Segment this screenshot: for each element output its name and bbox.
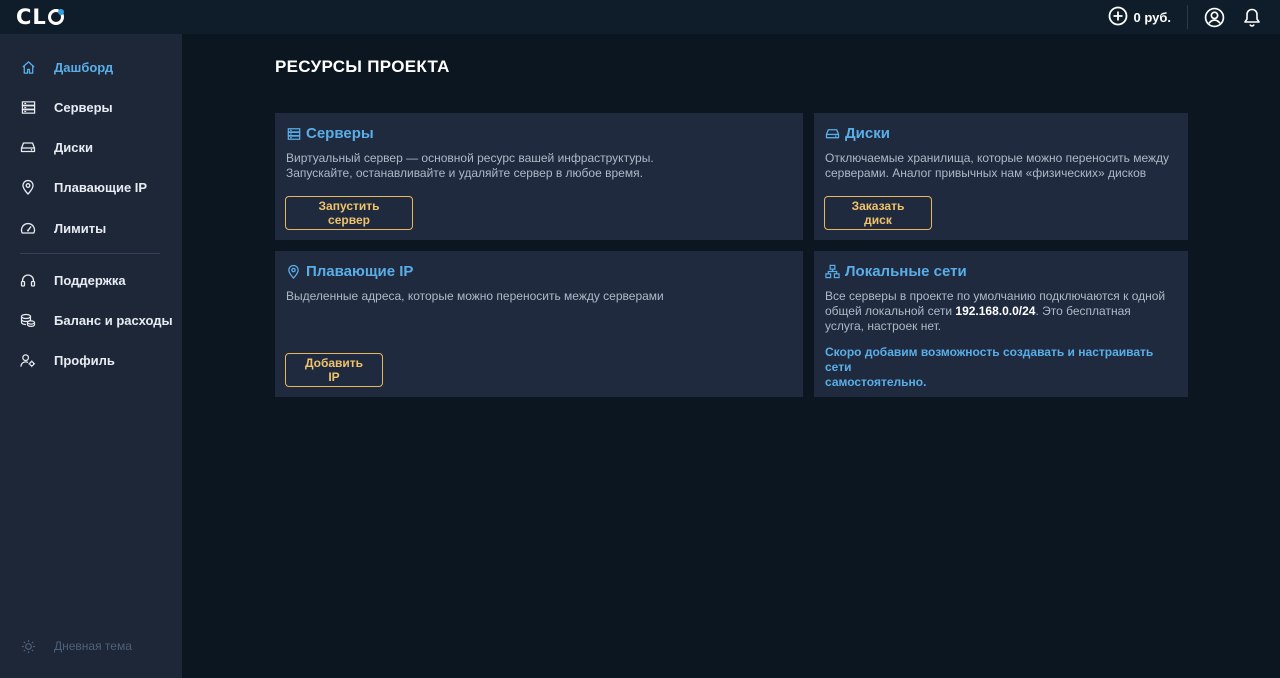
card-title-text: Серверы	[306, 125, 374, 142]
card-title-text: Плавающие IP	[306, 263, 414, 280]
sidebar-item-servers[interactable]: Серверы	[0, 93, 182, 121]
sidebar-item-label: Серверы	[54, 99, 113, 115]
logo-mark-icon	[47, 9, 64, 25]
sidebar-item-label: Диски	[54, 139, 93, 155]
sidebar-divider	[20, 253, 160, 254]
plus-circle-icon	[1108, 6, 1128, 29]
launch-server-button[interactable]: Запустить сервер	[285, 196, 413, 230]
location-pin-icon	[286, 264, 301, 279]
network-icon	[825, 264, 840, 279]
location-pin-icon	[20, 179, 36, 195]
card-description-line: Все серверы в проекте по умолчанию подкл…	[825, 289, 1166, 303]
card-description: Виртуальный сервер — основной ресурс ваш…	[286, 151, 792, 181]
logo-text: CL	[16, 5, 47, 29]
sun-icon	[20, 638, 36, 654]
card-description-line: общей локальной сети 192.168.0.0/24. Это…	[825, 304, 1177, 319]
servers-card: Серверы Виртуальный сервер — основной ре…	[275, 113, 803, 240]
network-ip-range: 192.168.0.0/24	[955, 304, 1036, 318]
coming-soon-note: Скоро добавим возможность создавать и на…	[825, 345, 1177, 390]
sidebar-item-label: Дашборд	[54, 59, 114, 75]
profile-icon[interactable]	[1202, 5, 1226, 29]
note-line: Скоро добавим возможность создавать и на…	[825, 345, 1154, 374]
sidebar-item-disks[interactable]: Диски	[0, 133, 182, 161]
card-title-text: Диски	[845, 125, 890, 142]
headset-icon	[20, 272, 36, 288]
sidebar-item-limits[interactable]: Лимиты	[0, 214, 182, 242]
sidebar-item-support[interactable]: Поддержка	[0, 266, 182, 294]
description-text: . Это бесплатная	[1035, 304, 1131, 318]
add-ip-button[interactable]: Добавить IP	[285, 353, 383, 387]
floating-ip-card: Плавающие IP Выделенные адреса, которые …	[275, 251, 803, 397]
disk-icon	[20, 139, 36, 155]
logo[interactable]: CL	[16, 5, 64, 29]
card-title: Серверы	[286, 125, 792, 142]
card-description-line: Виртуальный сервер — основной ресурс ваш…	[286, 151, 654, 165]
card-description-line: услуга, настроек нет.	[825, 319, 942, 333]
balance-amount: 0 руб.	[1133, 9, 1171, 25]
sidebar-item-dashboard[interactable]: Дашборд	[0, 53, 182, 81]
card-description-line: Запускайте, останавливайте и удаляйте се…	[286, 166, 643, 180]
sidebar-item-balance[interactable]: Баланс и расходы	[0, 306, 182, 334]
bell-icon[interactable]	[1240, 5, 1264, 29]
sidebar: Дашборд Серверы Диски Плавающие IP Лимит…	[0, 34, 182, 678]
card-description: Отключаемые хранилища, которые можно пер…	[825, 151, 1177, 181]
coins-icon	[20, 312, 36, 328]
server-icon	[286, 126, 301, 141]
theme-toggle[interactable]: Дневная тема	[20, 638, 132, 654]
description-text: общей локальной сети	[825, 304, 956, 318]
user-settings-icon	[20, 352, 36, 368]
card-title: Диски	[825, 125, 1177, 142]
disks-card: Диски Отключаемые хранилища, которые мож…	[814, 113, 1188, 240]
card-description: Выделенные адреса, которые можно перенос…	[286, 289, 664, 303]
card-title: Плавающие IP	[286, 263, 792, 280]
sidebar-item-profile[interactable]: Профиль	[0, 346, 182, 374]
card-title-text: Локальные сети	[845, 263, 967, 280]
sidebar-item-label: Лимиты	[54, 220, 107, 236]
header-actions: 0 руб.	[1108, 5, 1264, 29]
balance-button[interactable]: 0 руб.	[1108, 5, 1188, 29]
sidebar-item-label: Баланс и расходы	[54, 312, 173, 328]
sidebar-item-floating-ip[interactable]: Плавающие IP	[0, 173, 182, 201]
page-title: РЕСУРСЫ ПРОЕКТА	[275, 57, 450, 76]
sidebar-item-label: Поддержка	[54, 272, 126, 288]
top-bar: CL 0 руб.	[0, 0, 1280, 34]
home-icon	[20, 59, 36, 75]
card-description: Все серверы в проекте по умолчанию подкл…	[825, 289, 1177, 334]
order-disk-button[interactable]: Заказать диск	[824, 196, 932, 230]
card-description-line: серверами. Аналог привычных нам «физичес…	[825, 166, 1147, 180]
sidebar-item-label: Профиль	[54, 352, 115, 368]
gauge-icon	[20, 220, 36, 236]
local-networks-card: Локальные сети Все серверы в проекте по …	[814, 251, 1188, 397]
card-description-line: Отключаемые хранилища, которые можно пер…	[825, 151, 1170, 165]
note-line: самостоятельно.	[825, 375, 927, 389]
theme-toggle-label: Дневная тема	[54, 639, 132, 653]
server-icon	[20, 99, 36, 115]
disk-icon	[825, 126, 840, 141]
card-title: Локальные сети	[825, 263, 1177, 280]
sidebar-item-label: Плавающие IP	[54, 179, 148, 195]
